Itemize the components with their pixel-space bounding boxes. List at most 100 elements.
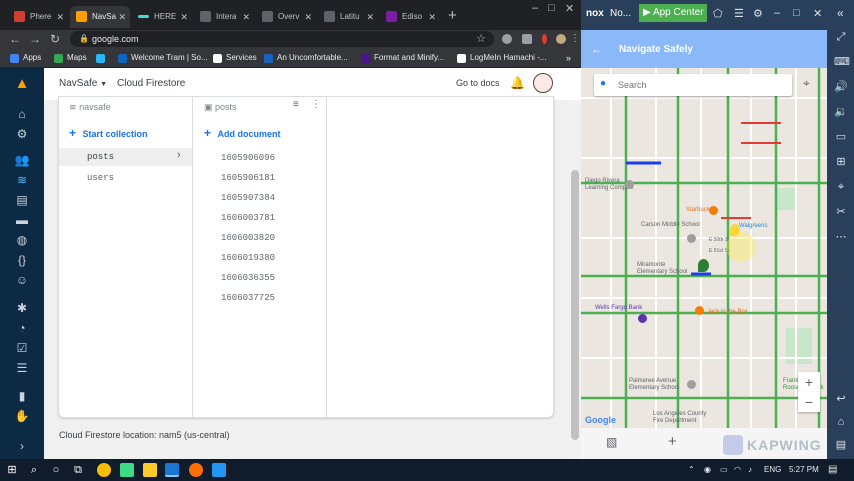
database-icon[interactable]: ▤: [14, 192, 30, 208]
firestore-icon[interactable]: ≋: [14, 172, 30, 188]
gear-icon[interactable]: ⚙: [14, 126, 30, 142]
back-arrow-icon[interactable]: ←: [591, 42, 603, 56]
settings-icon[interactable]: ⚙: [753, 7, 763, 20]
yellow-marker-icon[interactable]: [730, 224, 740, 236]
firefox-icon[interactable]: [189, 463, 203, 477]
zoom-out-button[interactable]: −: [798, 392, 820, 412]
document-row[interactable]: 1606003781: [221, 211, 275, 225]
coffee-pin-icon[interactable]: [709, 206, 718, 215]
more-dots-icon[interactable]: ⋯: [834, 230, 848, 244]
school-pin-icon[interactable]: [625, 180, 634, 189]
zoom-in-button[interactable]: +: [798, 372, 820, 392]
minimize-icon[interactable]: –: [774, 7, 780, 19]
maximize-button[interactable]: □: [548, 2, 555, 14]
app-center-button[interactable]: ▶ App Center: [639, 4, 707, 22]
bell-icon[interactable]: 🔔: [510, 76, 525, 90]
notifications-icon[interactable]: ▤: [828, 462, 837, 478]
document-row[interactable]: 1606037725: [221, 291, 275, 305]
storage-folder-icon[interactable]: ▬: [14, 212, 30, 228]
add-icon[interactable]: +: [668, 433, 677, 450]
scrollbar-thumb[interactable]: [571, 170, 579, 440]
new-tab-button[interactable]: +: [448, 6, 457, 26]
close-icon[interactable]: ✕: [304, 6, 312, 28]
windows-start-icon[interactable]: ⊞: [5, 463, 19, 477]
extension-icon[interactable]: [542, 34, 547, 44]
ml-robot-icon[interactable]: ☺: [14, 272, 30, 288]
go-to-docs-link[interactable]: Go to docs: [456, 78, 500, 88]
close-icon[interactable]: ✕: [56, 6, 64, 28]
back-arrow-icon[interactable]: ←: [9, 31, 21, 47]
app-distribution-icon[interactable]: ☰: [14, 360, 30, 376]
users-icon[interactable]: 👥: [14, 152, 30, 168]
bookmarks-overflow-icon[interactable]: »: [566, 48, 571, 68]
my-location-icon[interactable]: ⌖: [803, 76, 810, 91]
menu-dots-icon[interactable]: ⋮: [570, 31, 580, 47]
extensions-icon[interactable]: ✋: [14, 408, 30, 424]
volume-down-icon[interactable]: 🔉: [834, 105, 848, 119]
firebase-logo-icon[interactable]: ▲: [14, 76, 30, 92]
document-row[interactable]: 1605906181: [221, 171, 275, 185]
avatar[interactable]: [533, 73, 553, 93]
document-row[interactable]: 1606036355: [221, 271, 275, 285]
close-window-button[interactable]: ✕: [565, 2, 574, 15]
extension-icon[interactable]: [502, 34, 512, 44]
chevron-right-icon[interactable]: ›: [14, 438, 30, 454]
language-indicator[interactable]: ENG: [764, 462, 781, 478]
collection-item-users[interactable]: users: [87, 171, 114, 185]
home-icon[interactable]: ⌂: [834, 415, 848, 429]
school-pin-icon[interactable]: [687, 380, 696, 389]
map-search-box[interactable]: ●: [594, 74, 792, 96]
android-studio-icon[interactable]: [120, 463, 134, 477]
chrome-icon[interactable]: [97, 463, 111, 477]
green-marker-icon[interactable]: [698, 259, 709, 272]
collapse-icon[interactable]: «: [837, 6, 844, 20]
add-apk-icon[interactable]: ⊞: [834, 155, 848, 169]
avatar[interactable]: [556, 34, 566, 44]
speaker-icon[interactable]: ♪: [748, 462, 752, 478]
close-icon[interactable]: ✕: [242, 6, 250, 28]
screen-icon[interactable]: ▭: [834, 130, 848, 144]
task-view-icon[interactable]: ⧉: [71, 463, 85, 477]
scissors-icon[interactable]: ✂: [834, 205, 848, 219]
tab-here[interactable]: HERE ✕: [132, 6, 192, 28]
restaurant-pin-icon[interactable]: [695, 306, 704, 315]
close-icon[interactable]: ✕: [813, 7, 822, 20]
puzzle-icon[interactable]: [522, 34, 532, 44]
keyboard-icon[interactable]: ⌨: [834, 55, 850, 69]
bookmark-maps[interactable]: Maps: [54, 48, 87, 68]
performance-icon[interactable]: ◔: [14, 320, 30, 336]
close-icon[interactable]: ✕: [118, 6, 126, 28]
document-row[interactable]: 1606019380: [221, 251, 275, 265]
tab-navsafe[interactable]: NavSa ✕: [70, 6, 130, 28]
close-icon[interactable]: ✕: [180, 6, 188, 28]
more-vert-icon[interactable]: ⋮: [311, 99, 321, 110]
tab-latitude[interactable]: Latitu ✕: [318, 6, 378, 28]
map-view[interactable]: Diego Rivera Learning Complex Starbucks …: [581, 68, 827, 428]
app-icon[interactable]: [212, 463, 226, 477]
project-selector[interactable]: NavSafe ▼: [59, 78, 107, 89]
bookmark-format-minify[interactable]: Format and Minify...: [361, 48, 444, 68]
close-icon[interactable]: ✕: [428, 6, 436, 28]
tab-overview[interactable]: Overv ✕: [256, 6, 316, 28]
home-icon[interactable]: ⌂: [14, 106, 30, 122]
bookmark-services[interactable]: Services: [213, 48, 257, 68]
hosting-globe-icon[interactable]: ◍: [14, 232, 30, 248]
document-row[interactable]: 1606003820: [221, 231, 275, 245]
back-icon[interactable]: ↩: [834, 392, 848, 406]
reload-icon[interactable]: ↻: [50, 31, 60, 47]
document-row[interactable]: 1605907384: [221, 191, 275, 205]
tab-phere[interactable]: Phere ✕: [8, 6, 68, 28]
bookmark-apps[interactable]: Apps: [10, 48, 41, 68]
app-icon[interactable]: [165, 463, 179, 477]
report-icon[interactable]: ▧: [606, 435, 617, 449]
network-icon[interactable]: ▭: [720, 462, 728, 478]
collection-item-posts[interactable]: posts ›: [59, 148, 192, 166]
bookmark-hamachi[interactable]: LogMeIn Hamachi -...: [457, 48, 546, 68]
tab-edison[interactable]: Ediso ✕: [380, 6, 440, 28]
forward-arrow-icon[interactable]: →: [29, 31, 41, 47]
clock[interactable]: 5:27 PM: [789, 462, 819, 478]
volume-up-icon[interactable]: 🔊: [834, 80, 848, 94]
school-pin-icon[interactable]: [687, 234, 696, 243]
tab-interactive[interactable]: Intera ✕: [194, 6, 254, 28]
wifi-icon[interactable]: ◠: [734, 462, 741, 478]
